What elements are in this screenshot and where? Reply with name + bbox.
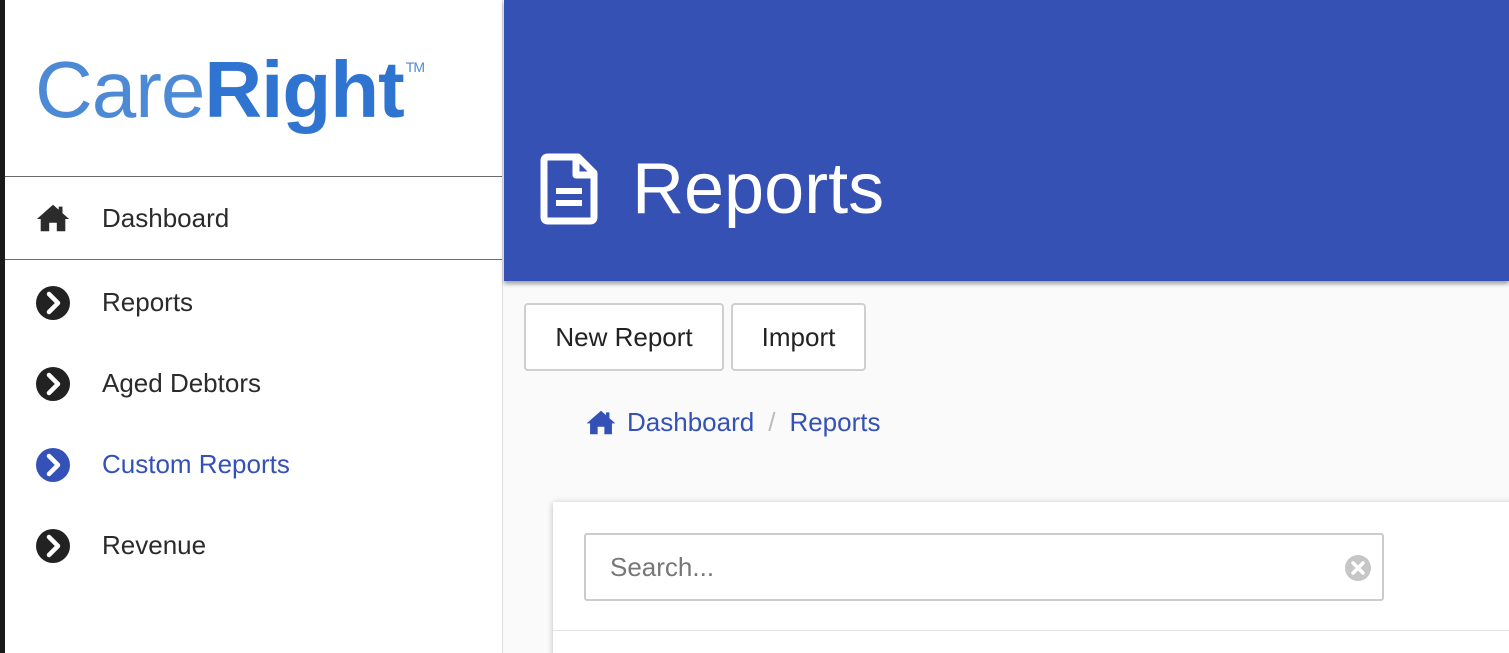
sidebar: CareRight TM Dashboard Reports Aged Debto… [5,0,503,653]
sidebar-item-reports[interactable]: Reports [5,262,502,343]
new-report-button[interactable]: New Report [524,303,724,371]
page-title: Reports [632,149,885,229]
page-header: Reports [504,0,1509,281]
sidebar-item-label: Revenue [102,530,207,560]
logo-area: CareRight TM [5,0,502,177]
sidebar-item-label: Aged Debtors [102,368,261,398]
breadcrumb-dashboard-label: Dashboard [627,407,755,437]
sidebar-item-revenue[interactable]: Revenue [5,505,502,586]
sidebar-item-aged-debtors[interactable]: Aged Debtors [5,343,502,424]
sidebar-item-label: Custom Reports [102,449,290,479]
chevron-circle-right-icon [35,528,71,564]
home-icon [586,410,616,435]
chevron-circle-right-icon [35,366,71,402]
search-input[interactable] [586,535,1382,599]
breadcrumb-dashboard[interactable]: Dashboard [585,407,754,438]
card-divider [553,630,1509,631]
breadcrumb-separator: / [768,407,776,437]
breadcrumb-reports[interactable]: Reports [789,407,880,438]
sidebar-item-label: Dashboard [102,202,230,233]
import-button[interactable]: Import [731,303,866,371]
breadcrumb: Dashboard / Reports [585,407,880,438]
sidebar-item-label: Reports [102,287,194,317]
file-text-icon [540,153,598,230]
sidebar-item-custom-reports[interactable]: Custom Reports [5,424,502,505]
chevron-circle-right-icon [35,447,71,483]
chevron-circle-right-icon [35,285,71,321]
home-icon [35,200,71,236]
reports-card [553,502,1509,653]
careright-logo[interactable]: CareRight TM [35,50,425,130]
sidebar-item-dashboard[interactable]: Dashboard [5,177,502,260]
search-box [584,533,1384,601]
clear-search-icon[interactable] [1344,554,1372,582]
